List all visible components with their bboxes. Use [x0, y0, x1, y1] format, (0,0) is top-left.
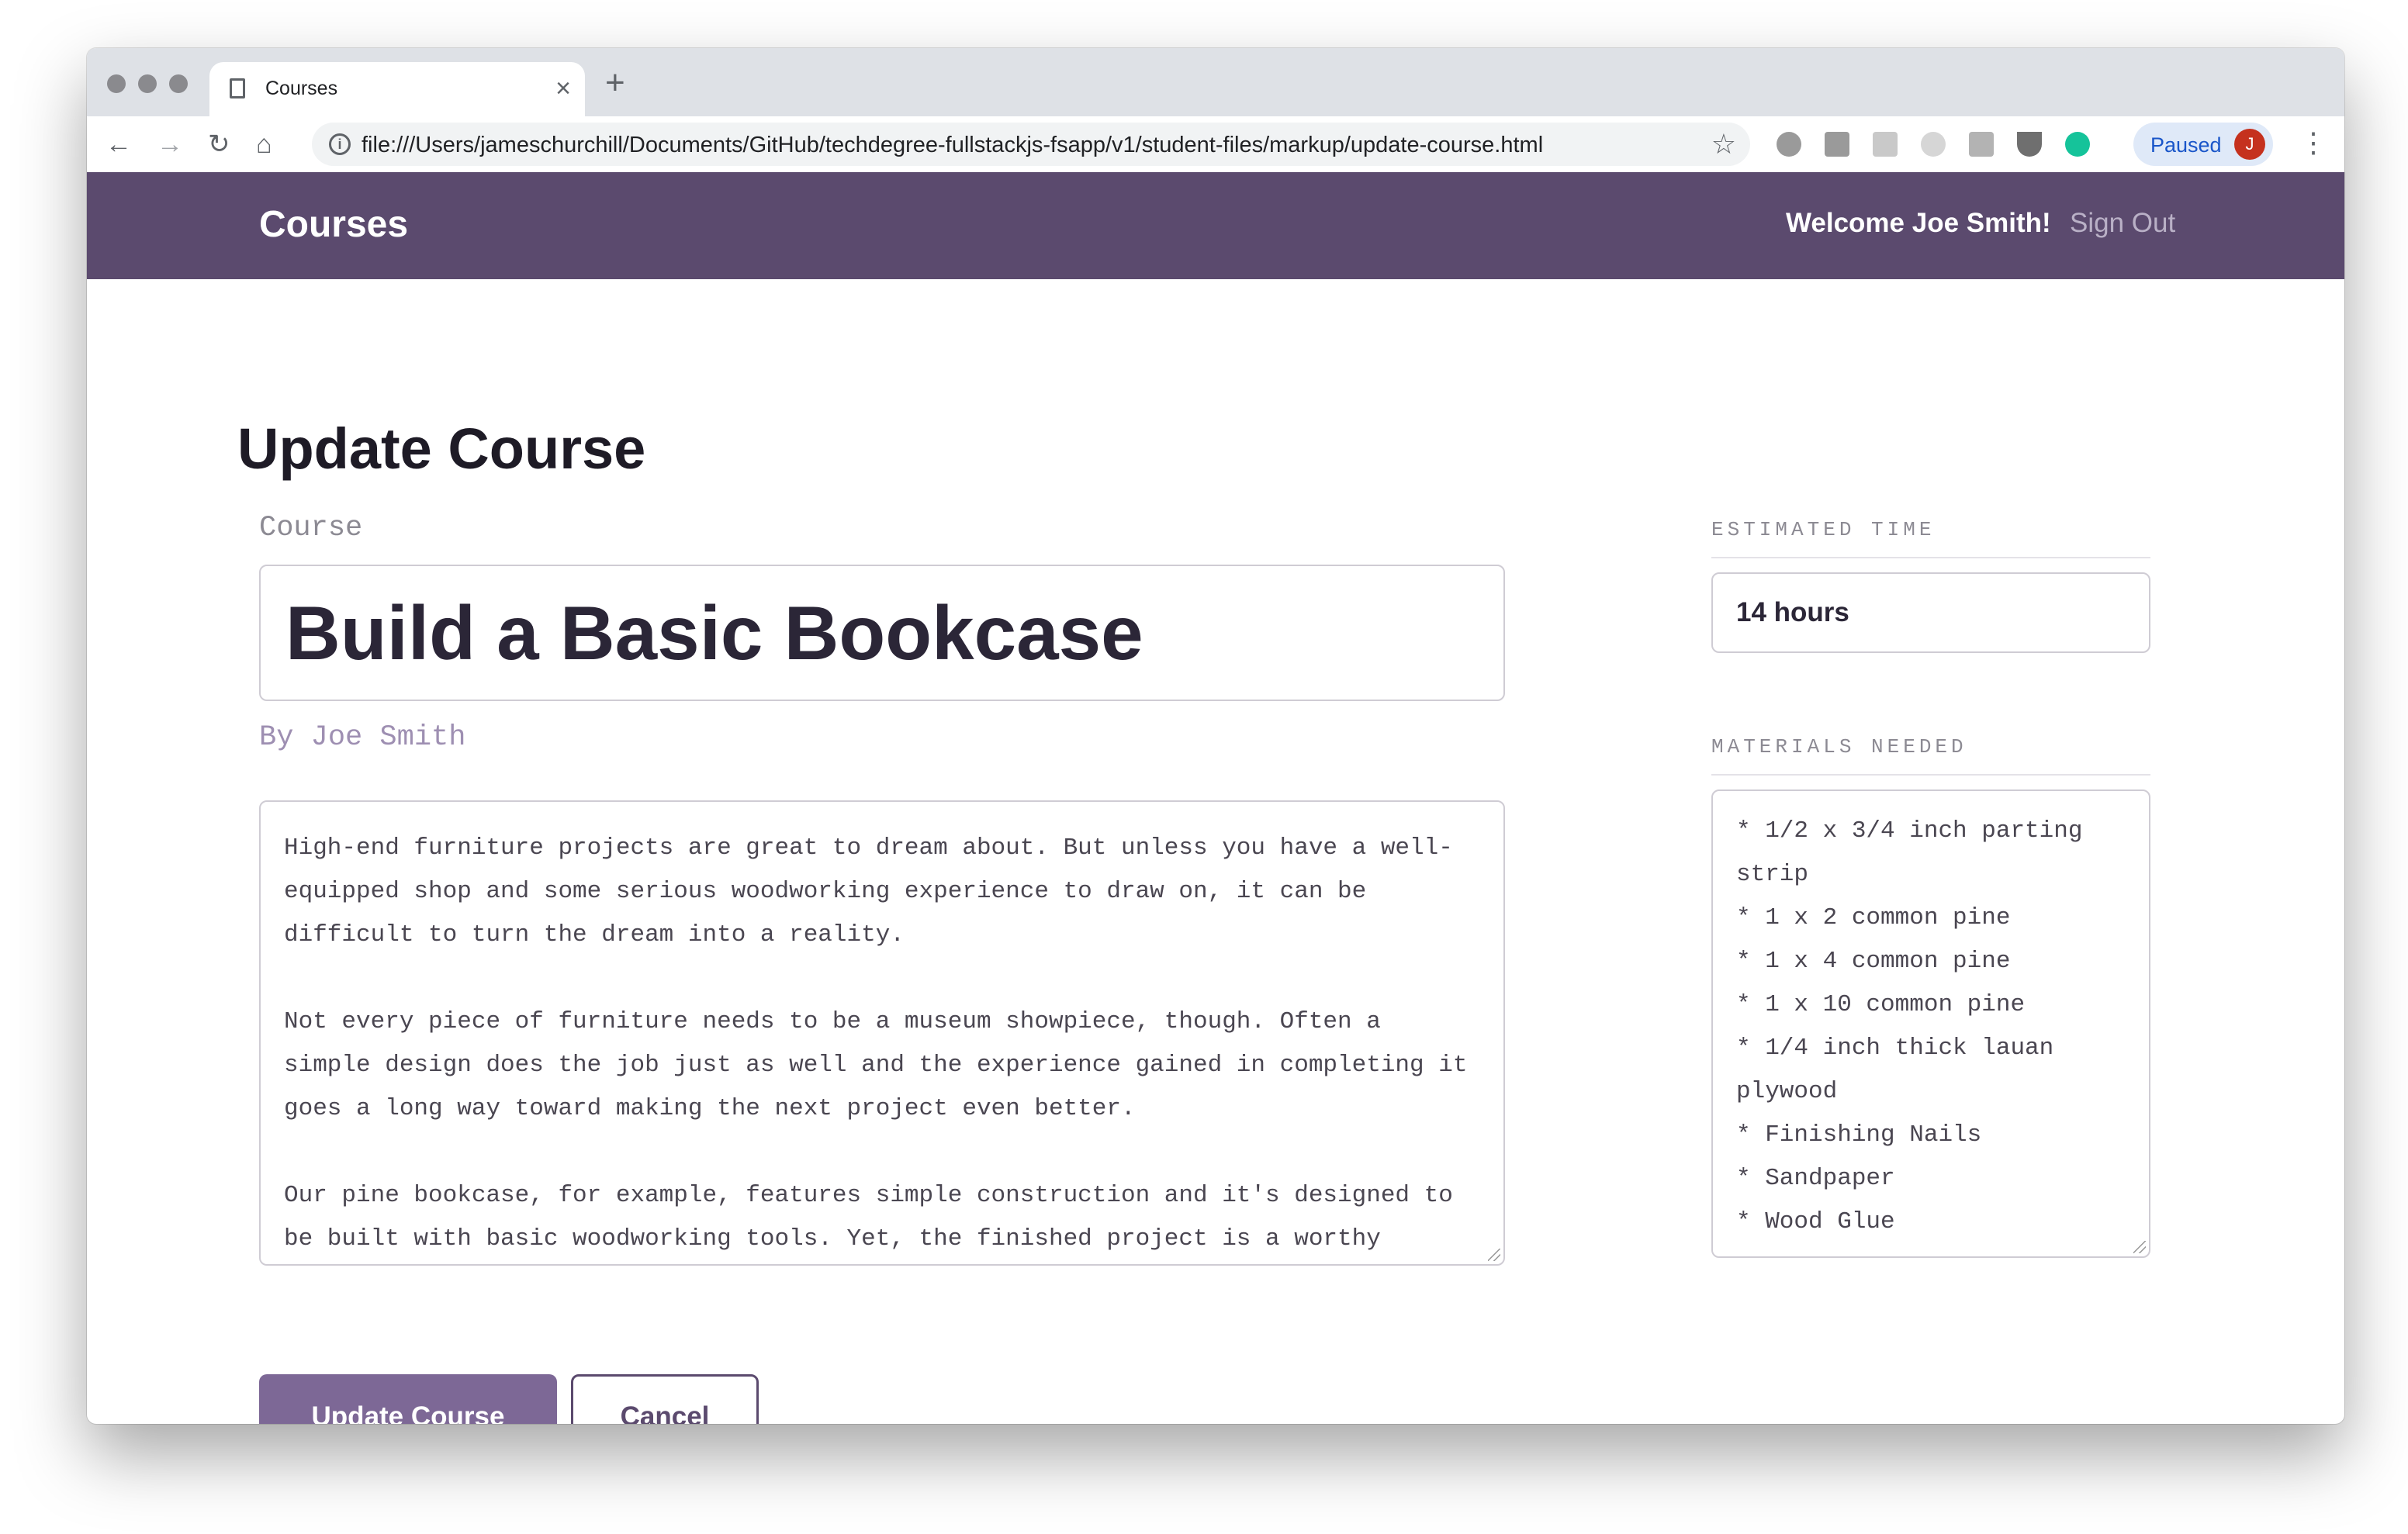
cancel-button[interactable]: Cancel	[571, 1374, 759, 1424]
extension-circle-icon[interactable]	[1921, 132, 1946, 157]
home-icon[interactable]: ⌂	[256, 127, 272, 161]
material-line: * Finishing Nails	[1736, 1121, 1982, 1149]
menu-icon[interactable]: ⋮	[2299, 126, 2327, 160]
material-line: * Wood Glue	[1736, 1208, 1895, 1235]
course-author: By Joe Smith	[259, 721, 466, 754]
course-description-textarea[interactable]: High-end furniture projects are great to…	[259, 800, 1505, 1266]
browser-window: Courses × + ← → ↻ ⌂ i file:///Users/jame…	[87, 48, 2344, 1424]
resize-handle-icon[interactable]	[1488, 1249, 1500, 1261]
star-icon[interactable]: ☆	[1711, 127, 1736, 161]
forward-icon[interactable]: →	[157, 127, 183, 161]
tab-title: Courses	[265, 78, 338, 99]
resize-handle-icon[interactable]	[2133, 1241, 2146, 1253]
info-icon[interactable]: i	[329, 133, 351, 155]
estimated-time-input[interactable]	[1711, 572, 2150, 653]
page-title: Update Course	[237, 416, 646, 481]
material-line: * 1/2 x 3/4 inch parting	[1736, 817, 2083, 845]
update-course-button[interactable]: Update Course	[259, 1374, 557, 1424]
welcome-text: Welcome Joe Smith!	[1786, 208, 2051, 238]
browser-tab[interactable]: Courses ×	[209, 62, 585, 116]
materials-label: MATERIALS NEEDED	[1711, 735, 1967, 758]
close-tab-icon[interactable]: ×	[555, 73, 571, 104]
address-bar[interactable]: i file:///Users/jameschurchill/Documents…	[312, 123, 1750, 166]
back-icon[interactable]: ←	[106, 127, 132, 161]
extension-grid-icon[interactable]	[1873, 132, 1898, 157]
divider	[1711, 557, 2150, 558]
material-line: * 1 x 10 common pine	[1736, 991, 2026, 1018]
description-paragraph: Not every piece of furniture needs to be…	[284, 1008, 1468, 1122]
material-line: * 1 x 4 common pine	[1736, 948, 2011, 975]
minimize-window-dot[interactable]	[138, 74, 157, 93]
brand-logo[interactable]: Courses	[259, 203, 408, 246]
course-label: Course	[259, 512, 363, 544]
extension-grammarly-icon[interactable]	[2065, 132, 2090, 157]
reload-icon[interactable]: ↻	[208, 127, 230, 161]
material-line: * 1 x 2 common pine	[1736, 904, 2011, 931]
estimated-time-label: ESTIMATED TIME	[1711, 518, 1936, 541]
material-line: strip	[1736, 861, 1809, 888]
profile-button[interactable]: Paused J	[2133, 123, 2273, 166]
extension-chat-icon[interactable]	[1777, 132, 1801, 157]
materials-textarea[interactable]: * 1/2 x 3/4 inch parting strip * 1 x 2 c…	[1711, 789, 2150, 1258]
tab-strip: Courses × +	[87, 48, 2344, 116]
new-tab-icon[interactable]: +	[605, 64, 625, 102]
browser-toolbar: ← → ↻ ⌂ i file:///Users/jameschurchill/D…	[87, 116, 2344, 173]
material-line: * Sandpaper	[1736, 1165, 1895, 1192]
material-line: * 1/4 inch thick lauan	[1736, 1035, 2054, 1062]
document-icon	[230, 78, 245, 98]
avatar: J	[2234, 129, 2265, 160]
description-paragraph: Our pine bookcase, for example, features…	[284, 1182, 1453, 1252]
course-title-input[interactable]	[259, 565, 1505, 701]
app-header: Courses Welcome Joe Smith! Sign Out	[87, 172, 2344, 279]
description-paragraph: High-end furniture projects are great to…	[284, 834, 1453, 948]
profile-status: Paused	[2150, 133, 2222, 157]
extension-image-icon[interactable]	[1969, 132, 1994, 157]
close-window-dot[interactable]	[107, 74, 126, 93]
divider	[1711, 774, 2150, 776]
extension-mail-icon[interactable]	[1825, 132, 1849, 157]
zoom-window-dot[interactable]	[169, 74, 188, 93]
material-line: plywood	[1736, 1078, 1838, 1105]
url-text: file:///Users/jameschurchill/Documents/G…	[362, 133, 1544, 157]
extension-vue-icon[interactable]	[2017, 132, 2042, 157]
sign-out-link[interactable]: Sign Out	[2070, 208, 2175, 239]
